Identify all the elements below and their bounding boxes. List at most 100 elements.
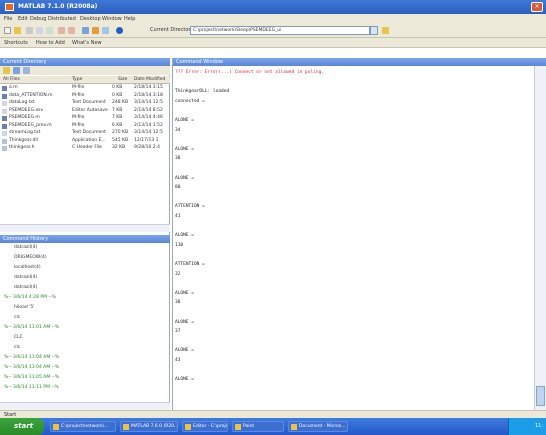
history-session-separator[interactable]: %-- 3/6/14 11:01 AM --% xyxy=(4,325,174,333)
taskbar-button[interactable]: Editor - C:\project\ne... xyxy=(182,421,228,432)
history-entry[interactable]: localhost(4) xyxy=(14,265,184,273)
whats-new-link[interactable]: What's New xyxy=(72,40,102,46)
history-session-separator[interactable]: %-- 3/6/14 4:28 PM --% xyxy=(4,295,174,303)
taskbar-button[interactable]: MATLAB 7.6.0 (R20... xyxy=(120,421,178,432)
file-name: thinkgear.h xyxy=(9,145,35,150)
file-row[interactable]: dataLog.txt Text Document 248 KB 3/14/14 12… xyxy=(0,100,170,107)
scrollbar-thumb[interactable] xyxy=(536,386,545,406)
file-row[interactable]: PSEMDEEG.asv Editor Autosave 7 KB 2/14/14 8… xyxy=(0,108,170,115)
menu-help[interactable]: Help xyxy=(124,16,135,22)
find-files-icon[interactable] xyxy=(23,67,30,74)
taskbar-button[interactable]: Document - Micros... xyxy=(288,421,348,432)
file-date: 2/18/14 3:15 xyxy=(134,85,163,90)
vertical-scrollbar[interactable] xyxy=(534,66,546,410)
output-line: ALONE = xyxy=(175,348,194,354)
menu-desktop[interactable]: Desktop xyxy=(80,16,101,22)
file-date: 3/14/14 12:5 xyxy=(134,100,163,105)
output-line: ALONE = xyxy=(175,233,194,239)
system-tray: 11: xyxy=(508,418,546,435)
file-date: 2/18/14 3:18 xyxy=(134,92,163,98)
menu-bar: File Edit Debug Distributed Desktop Wind… xyxy=(0,14,546,24)
history-entry[interactable]: clc xyxy=(14,315,184,323)
help-icon[interactable] xyxy=(116,27,123,34)
horizontal-scrollbar[interactable] xyxy=(0,402,170,410)
current-directory-field[interactable]: C:\project\network\Sleep\PSEMDEEG_ui xyxy=(190,26,370,35)
copy-icon[interactable] xyxy=(36,27,43,34)
column-name[interactable]: All Files xyxy=(3,77,20,82)
history-session-separator[interactable]: %-- 3/6/14 11:04 AM --% xyxy=(4,355,174,363)
taskbar-button[interactable]: Paint xyxy=(232,421,284,432)
file-row[interactable]: PSEMDEEG_prev.m M-file 6 KB 2/13/14 1:52 xyxy=(0,123,170,130)
history-entry[interactable]: datrazil(4) xyxy=(14,275,184,283)
horizontal-scrollbar[interactable] xyxy=(0,224,170,232)
command-window[interactable]: Command Window ??? Error: Error(...) Con… xyxy=(172,58,546,410)
current-directory-panel: Current Directory All Files Type Size Da… xyxy=(0,58,170,233)
output-line: ATTENTION = xyxy=(175,262,205,267)
menu-window[interactable]: Window xyxy=(102,16,122,22)
how-to-add-link[interactable]: How to Add xyxy=(36,40,65,46)
chevron-down-icon[interactable] xyxy=(370,26,378,35)
menu-edit[interactable]: Edit xyxy=(18,16,28,22)
current-directory-label: Current Directory: xyxy=(150,27,195,33)
menu-debug[interactable]: Debug xyxy=(30,16,46,22)
output-line: 80 xyxy=(175,185,181,191)
title-bar: MATLAB 7.1.0 (R2008a) × xyxy=(0,0,546,14)
column-type[interactable]: Type xyxy=(72,77,82,82)
file-date: 9/28/10 2:4 xyxy=(134,145,161,150)
file-row[interactable]: streamLog.txt Text Document 270 KB 3/14/14 … xyxy=(0,130,170,137)
column-size[interactable]: Size xyxy=(118,77,127,82)
clock: 11: xyxy=(534,423,543,429)
redo-icon[interactable] xyxy=(68,27,75,34)
undo-icon[interactable] xyxy=(58,27,65,34)
toolbar: Current Directory: C:\project\network\Sl… xyxy=(0,24,546,38)
window-icon xyxy=(291,424,297,430)
file-row[interactable]: thinkgear.h C Header File 32 KB 9/28/10 2:4 xyxy=(0,145,170,152)
command-window-output[interactable]: ??? Error: Error(...) Connect or not all… xyxy=(173,66,535,410)
close-button[interactable]: × xyxy=(531,2,543,12)
history-entry[interactable]: datrazil(4) xyxy=(14,245,184,253)
matlab-app-icon xyxy=(5,3,14,11)
taskbar-button[interactable]: C:\project\network\... xyxy=(50,421,116,432)
history-session-separator[interactable]: %-- 3/6/14 11:04 AM --% xyxy=(4,365,174,373)
history-entry[interactable]: CLC xyxy=(14,335,184,343)
output-line: ThinkgearDLL: loaded xyxy=(175,89,230,95)
browse-folder-icon[interactable] xyxy=(382,27,389,34)
file-size: 270 KB xyxy=(112,130,129,135)
file-type: M-file xyxy=(72,85,85,90)
history-session-separator[interactable]: %-- 3/6/14 11:05 AM --% xyxy=(4,375,174,383)
output-line: 34 xyxy=(175,127,181,133)
file-row[interactable]: data_ATTENTION.m M-file 0 KB 2/18/14 3:18 xyxy=(0,93,170,100)
history-entry[interactable]: datrazil(4) xyxy=(14,285,184,293)
history-entry[interactable]: hiload '5' xyxy=(14,305,184,313)
output-line: 43 xyxy=(175,358,181,363)
open-folder-icon[interactable] xyxy=(14,27,21,34)
up-folder-icon[interactable] xyxy=(3,67,10,74)
file-type: M-file xyxy=(72,122,85,128)
new-file-icon[interactable] xyxy=(4,27,11,34)
output-line: 38 xyxy=(175,156,181,162)
column-date[interactable]: Date Modified xyxy=(134,77,165,82)
file-row[interactable]: Thinkgear.dll Application E... 545 KB 12/17… xyxy=(0,138,170,145)
simulink-icon[interactable] xyxy=(82,27,89,34)
start-button[interactable]: start xyxy=(0,418,44,435)
menu-distributed[interactable]: Distributed xyxy=(48,16,76,22)
file-icon xyxy=(2,86,7,91)
file-date: 3/14/14 4:46 xyxy=(134,115,163,120)
history-entry[interactable]: ORIGMEOW(4) xyxy=(14,255,184,263)
file-row[interactable]: a.m M-file 0 KB 2/18/14 3:15 xyxy=(0,85,170,92)
profiler-icon[interactable] xyxy=(102,27,109,34)
guide-icon[interactable] xyxy=(92,27,99,34)
new-folder-icon[interactable] xyxy=(13,67,20,74)
file-icon xyxy=(2,131,7,136)
menu-file[interactable]: File xyxy=(4,16,12,22)
output-line: ALONE = xyxy=(175,146,194,152)
paste-icon[interactable] xyxy=(46,27,53,34)
file-row[interactable]: PSEMDEEG.m M-file 7 KB 3/14/14 4:46 xyxy=(0,115,170,122)
history-entry[interactable]: clc xyxy=(14,345,184,353)
cut-icon[interactable] xyxy=(26,27,33,34)
file-name: dataLog.txt xyxy=(9,100,35,105)
file-name: PSEMDEEG_prev.m xyxy=(9,122,52,128)
file-size: 545 KB xyxy=(112,137,129,143)
shortcuts-label: Shortcuts xyxy=(4,40,28,46)
history-session-separator[interactable]: %-- 3/6/14 11:11 PM --% xyxy=(4,385,174,393)
